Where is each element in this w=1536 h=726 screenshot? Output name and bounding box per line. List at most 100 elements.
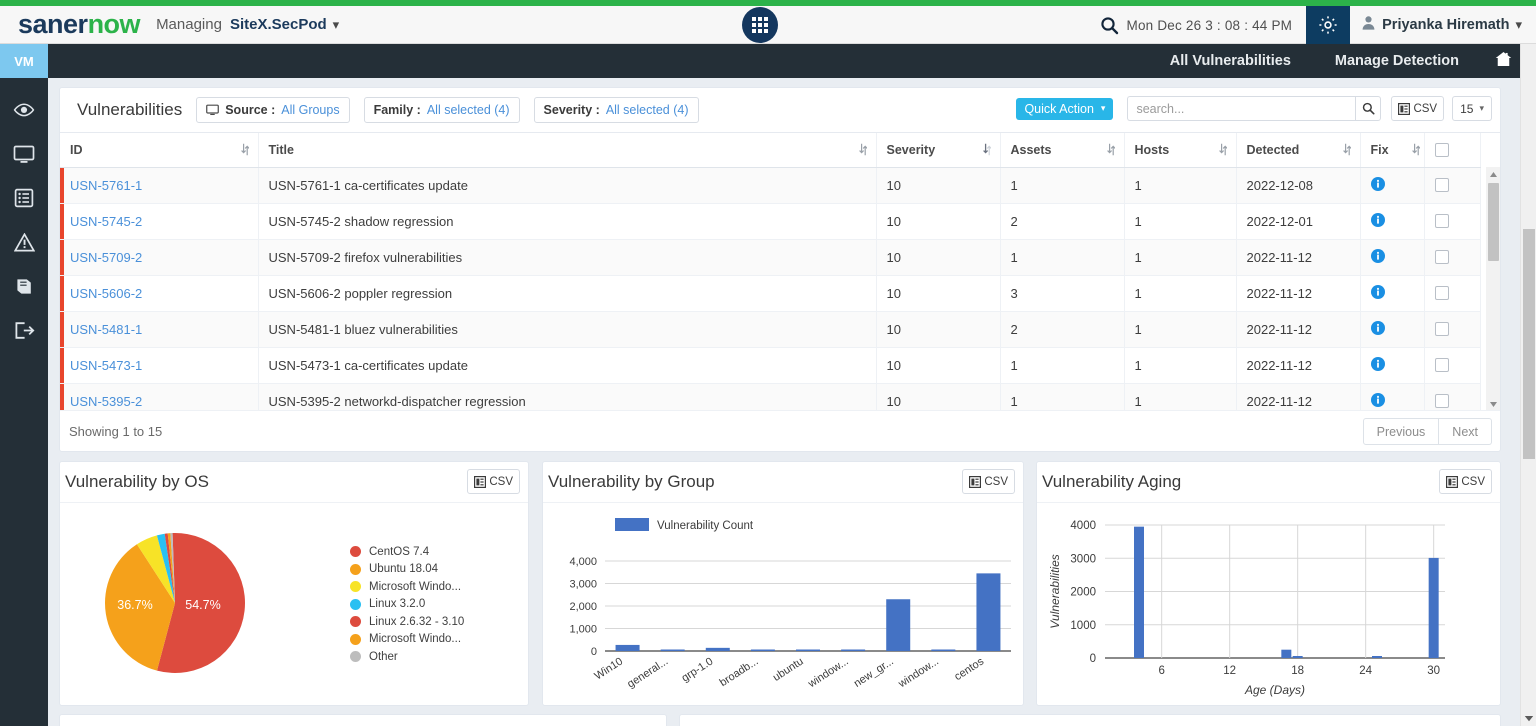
column-header-id[interactable]: ID — [60, 133, 259, 168]
cell-assets[interactable]: 1 — [1000, 239, 1125, 276]
row-checkbox[interactable] — [1434, 214, 1449, 228]
cell-select[interactable] — [1424, 383, 1481, 410]
cell-select[interactable] — [1424, 239, 1481, 276]
warning-triangle-icon[interactable] — [0, 224, 48, 260]
cell-fix[interactable] — [1360, 347, 1425, 384]
filter-family[interactable]: Family : All selected (4) — [363, 97, 520, 123]
bar[interactable] — [705, 647, 730, 651]
vulnerability-id-link[interactable]: USN-5709-2 — [70, 250, 142, 265]
cell-assets[interactable]: 3 — [1000, 275, 1125, 312]
bar[interactable] — [1372, 656, 1382, 658]
row-checkbox[interactable] — [1434, 178, 1449, 192]
bar[interactable] — [886, 599, 911, 651]
vulnerability-id-link[interactable]: USN-5745-2 — [70, 214, 142, 229]
info-icon[interactable] — [1370, 176, 1385, 191]
legend-item[interactable]: Other — [350, 648, 464, 666]
bar[interactable] — [1428, 557, 1439, 658]
legend-item[interactable]: Microsoft Windo... — [350, 631, 464, 649]
row-checkbox[interactable] — [1434, 358, 1449, 372]
table-row[interactable]: USN-5481-1 USN-5481-1 bluez vulnerabiliti… — [60, 311, 1481, 348]
bar[interactable] — [976, 573, 1001, 651]
column-header-title[interactable]: Title — [258, 133, 877, 168]
cell-select[interactable] — [1424, 167, 1481, 204]
select-all-checkbox[interactable] — [1434, 142, 1449, 157]
bar[interactable] — [1134, 526, 1144, 658]
legend-item[interactable]: Microsoft Windo... — [350, 578, 464, 596]
site-name[interactable]: SiteX.SecPod — [230, 16, 327, 33]
cell-fix[interactable] — [1360, 167, 1425, 204]
row-checkbox[interactable] — [1434, 394, 1449, 408]
sanernow-logo[interactable]: sanernow — [18, 11, 141, 38]
row-checkbox[interactable] — [1434, 250, 1449, 264]
scrollbar-thumb[interactable] — [1488, 183, 1499, 261]
user-menu[interactable]: Priyanka Hiremath ▾ — [1350, 15, 1536, 35]
bar[interactable] — [931, 649, 956, 652]
table-row[interactable]: USN-5709-2 USN-5709-2 firefox vulnerabili… — [60, 239, 1481, 276]
bar[interactable] — [841, 649, 866, 652]
cell-fix[interactable] — [1360, 275, 1425, 312]
cell-fix[interactable] — [1360, 383, 1425, 410]
column-header-select-all[interactable] — [1424, 133, 1481, 168]
module-tab-vm[interactable]: VM — [0, 44, 48, 78]
csv-export-button[interactable]: CSV — [1391, 96, 1445, 121]
column-header-severity[interactable]: Severity — [876, 133, 1001, 168]
cell-select[interactable] — [1424, 311, 1481, 348]
cell-hosts[interactable]: 1 — [1124, 347, 1237, 384]
aging-bar-chart[interactable]: 0 1000 2000 3000 4000 6 12 18 24 30 Age (Days) Vuln… — [1037, 503, 1500, 706]
row-checkbox[interactable] — [1434, 322, 1449, 336]
column-header-assets[interactable]: Assets — [1000, 133, 1125, 168]
info-icon[interactable] — [1370, 320, 1385, 335]
search-icon[interactable] — [1093, 16, 1127, 35]
csv-export-button[interactable]: CSV — [962, 469, 1015, 494]
nav-item-manage-detection[interactable]: Manage Detection — [1313, 53, 1481, 69]
table-row[interactable]: USN-5606-2 USN-5606-2 poppler regression 1… — [60, 275, 1481, 312]
cell-fix[interactable] — [1360, 311, 1425, 348]
vulnerability-id-link[interactable]: USN-5473-1 — [70, 358, 142, 373]
table-row[interactable]: USN-5761-1 USN-5761-1 ca-certificates upd… — [60, 167, 1481, 204]
row-checkbox[interactable] — [1434, 286, 1449, 300]
page-scrollbar-thumb[interactable] — [1523, 229, 1535, 459]
monitor-icon[interactable] — [0, 136, 48, 172]
cell-select[interactable] — [1424, 203, 1481, 240]
scroll-up-arrow-icon[interactable] — [1521, 44, 1536, 60]
bar[interactable] — [615, 644, 640, 651]
legend-item[interactable]: CentOS 7.4 — [350, 543, 464, 561]
scroll-up-arrow-icon[interactable] — [1486, 167, 1500, 181]
table-row[interactable]: USN-5473-1 USN-5473-1 ca-certificates upd… — [60, 347, 1481, 384]
next-page-button[interactable]: Next — [1439, 418, 1492, 445]
apps-grid-icon[interactable] — [742, 7, 778, 43]
bar[interactable] — [750, 649, 775, 652]
legend-item[interactable]: Linux 3.2.0 — [350, 596, 464, 614]
group-bar-chart[interactable]: Vulnerability Count 0 1,000 2,000 3,000 4,000… — [543, 503, 1023, 706]
eye-icon[interactable] — [0, 92, 48, 128]
table-scrollbar[interactable] — [1486, 167, 1500, 410]
vulnerability-id-link[interactable]: USN-5481-1 — [70, 322, 142, 337]
cell-hosts[interactable]: 1 — [1124, 275, 1237, 312]
bar[interactable] — [1292, 656, 1303, 658]
quick-action-button[interactable]: Quick Action ▾ — [1016, 97, 1114, 120]
scroll-down-arrow-icon[interactable] — [1486, 397, 1500, 410]
csv-export-button[interactable]: CSV — [1439, 469, 1492, 494]
info-icon[interactable] — [1370, 284, 1385, 299]
info-icon[interactable] — [1370, 212, 1385, 227]
page-size-select[interactable]: 15 ▾ — [1452, 96, 1492, 121]
vulnerability-id-link[interactable]: USN-5395-2 — [70, 394, 142, 409]
table-row[interactable]: USN-5745-2 USN-5745-2 shadow regression 10… — [60, 203, 1481, 240]
search-input[interactable] — [1127, 96, 1356, 121]
bar[interactable] — [660, 649, 685, 652]
cell-assets[interactable]: 2 — [1000, 311, 1125, 348]
cell-fix[interactable] — [1360, 239, 1425, 276]
cell-hosts[interactable]: 1 — [1124, 167, 1237, 204]
legend-item[interactable]: Linux 2.6.32 - 3.10 — [350, 613, 464, 631]
vulnerability-id-link[interactable]: USN-5606-2 — [70, 286, 142, 301]
csv-export-button[interactable]: CSV — [467, 469, 520, 494]
chevron-down-icon[interactable]: ▾ — [333, 17, 340, 33]
legend-item[interactable]: Ubuntu 18.04 — [350, 561, 464, 579]
cell-assets[interactable]: 1 — [1000, 347, 1125, 384]
nav-item-all-vulnerabilities[interactable]: All Vulnerabilities — [1148, 53, 1313, 69]
book-icon[interactable] — [0, 268, 48, 304]
gear-icon[interactable] — [1306, 6, 1351, 44]
logout-icon[interactable] — [0, 312, 48, 348]
cell-assets[interactable]: 1 — [1000, 383, 1125, 410]
table-row[interactable]: USN-5395-2 USN-5395-2 networkd-dispatcher… — [60, 383, 1481, 410]
